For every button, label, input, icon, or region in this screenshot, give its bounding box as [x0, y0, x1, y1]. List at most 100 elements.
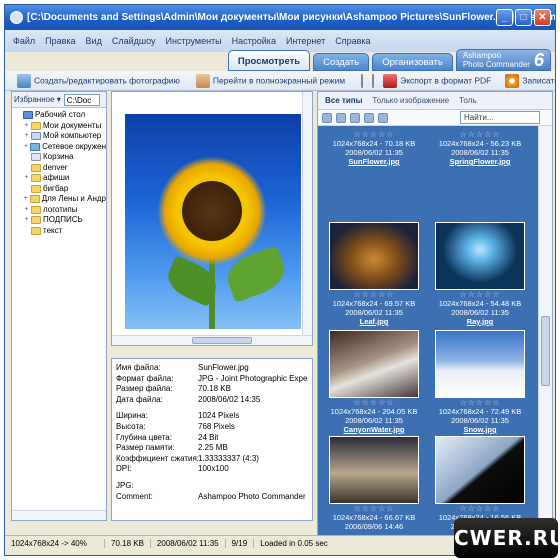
rating-stars[interactable]: ☆☆☆☆☆	[428, 504, 532, 513]
tree-item[interactable]: текст	[14, 226, 106, 237]
thumbnail-image[interactable]	[329, 330, 419, 398]
app-icon	[10, 11, 23, 24]
tree-item[interactable]: + логотипы	[14, 205, 106, 216]
tree-item-label: Сетевое окружен	[42, 141, 106, 151]
expand-icon[interactable]: +	[22, 142, 30, 153]
tab-organize[interactable]: Организовать	[372, 53, 453, 71]
status-load-time: Loaded in 0.05 sec	[260, 539, 328, 548]
rating-stars[interactable]: ☆☆☆☆☆	[322, 398, 426, 407]
expand-icon[interactable]: +	[22, 121, 31, 132]
menu-edit[interactable]: Правка	[45, 36, 75, 46]
expand-icon[interactable]: +	[22, 215, 31, 226]
tree-item[interactable]: Рабочий стол	[14, 110, 106, 121]
tree-item[interactable]: + Для Лены и Андр	[14, 194, 106, 205]
info-row: Дата файла: 2008/06/02 14:35	[116, 395, 308, 406]
tree-item[interactable]: + Мои документы	[14, 121, 106, 132]
app-window: [C:\Documents and Settings\Admin\Мои док…	[4, 4, 556, 556]
thumbnail-grid: ☆☆☆☆☆ 1024x768x24 - 70.18 KB 2008/06/02 11…	[318, 126, 540, 538]
minimize-button[interactable]: _	[496, 9, 513, 26]
thumbnail-item[interactable]: ☆☆☆☆☆ 1024x768x24 - 54.48 KB 2008/06/02 11…	[428, 222, 532, 327]
folder-icon	[31, 184, 41, 193]
thumbnail-filename[interactable]: SunFlower.jpg	[322, 157, 426, 167]
tree-item-label: логотипы	[43, 204, 78, 214]
scroll-thumb[interactable]	[541, 316, 550, 386]
tree-item[interactable]: + Мой компьютер	[14, 131, 106, 142]
zoom-icon[interactable]	[378, 112, 388, 123]
thumbnail-item[interactable]: ☆☆☆☆☆ 1024x768x24 - 56.23 KB 2008/06/02 11…	[428, 130, 532, 167]
menu-view[interactable]: Вид	[86, 36, 102, 46]
rating-stars[interactable]: ☆☆☆☆☆	[428, 290, 532, 299]
thumbnail-scrollbar[interactable]	[538, 126, 552, 538]
burn-cd-button[interactable]: Записать на CD/	[505, 73, 555, 88]
preview-horizontal-scrollbar[interactable]	[112, 335, 312, 345]
preview-vertical-scrollbar[interactable]	[302, 92, 312, 345]
expand-icon[interactable]: +	[22, 173, 31, 184]
thumbnail-filename[interactable]: SpringFlower.jpg	[428, 157, 532, 167]
thumbnail-dims: 1024x768x24 - 70.18 KB	[332, 139, 416, 148]
thumbnail-image[interactable]	[329, 222, 419, 290]
info-value: 100x100	[198, 464, 229, 474]
forward-icon[interactable]	[336, 112, 346, 123]
rating-stars[interactable]: ☆☆☆☆☆	[322, 290, 426, 299]
rating-stars[interactable]: ☆☆☆☆☆	[428, 398, 532, 407]
tab-only[interactable]: Толь	[456, 96, 479, 105]
thumbnail-image[interactable]	[329, 436, 419, 504]
tree-item[interactable]: бигбар	[14, 184, 106, 195]
menu-slideshow[interactable]: Слайдшоу	[112, 36, 156, 46]
thumbnail-filename[interactable]: Ray.jpg	[428, 317, 532, 327]
tab-create[interactable]: Создать	[313, 53, 370, 71]
thumbnail-image[interactable]	[435, 222, 525, 290]
tree-item[interactable]: + Сетевое окружен	[14, 142, 106, 153]
expand-icon[interactable]: +	[22, 205, 31, 216]
menu-tools[interactable]: Инструменты	[166, 36, 222, 46]
thumbnail-item[interactable]: ☆☆☆☆☆ 1024x768x24 - 204.05 KB 2008/06/02 1…	[322, 330, 426, 435]
expand-icon[interactable]: +	[22, 194, 30, 205]
thumbnail-filename[interactable]: Snow.jpg	[428, 425, 532, 435]
tree-item[interactable]: + афиши	[14, 173, 106, 184]
tab-view[interactable]: Просмотреть	[227, 50, 311, 71]
menu-file[interactable]: Файл	[13, 36, 35, 46]
up-folder-icon[interactable]	[350, 112, 360, 123]
search-input[interactable]: Найти...	[460, 111, 540, 124]
create-edit-button[interactable]: Создать/редактировать фотографию	[17, 73, 180, 88]
crop-icon[interactable]	[372, 73, 375, 88]
thumbnail-item[interactable]: ☆☆☆☆☆ 1024x768x24 - 66.67 KB 2006/09/06 14…	[322, 436, 426, 541]
menu-settings[interactable]: Настройка	[232, 36, 276, 46]
folder-horizontal-scrollbar[interactable]	[12, 510, 106, 520]
folder-icon	[31, 163, 41, 172]
scroll-thumb[interactable]	[192, 337, 252, 344]
close-button[interactable]: ✕	[534, 9, 551, 26]
refresh-icon[interactable]	[364, 112, 374, 123]
fullscreen-button[interactable]: Перейти в полноэкранный режим	[195, 73, 345, 88]
create-edit-label: Создать/редактировать фотографию	[34, 74, 180, 85]
menu-help[interactable]: Справка	[335, 36, 370, 46]
thumbnail-item[interactable]: ☆☆☆☆☆ 1024x768x24 - 72.49 KB 2008/06/02 11…	[428, 330, 532, 435]
tree-item[interactable]: + ПОДПИСЬ	[14, 215, 106, 226]
cut-icon[interactable]	[361, 73, 364, 88]
tab-all-types[interactable]: Все типы	[322, 96, 365, 105]
tree-item[interactable]: denver	[14, 163, 106, 174]
rating-stars[interactable]: ☆☆☆☆☆	[322, 504, 426, 513]
maximize-button[interactable]: □	[515, 9, 532, 26]
expand-icon[interactable]: +	[22, 131, 31, 142]
path-field[interactable]: C:\Doc	[63, 93, 100, 106]
back-icon[interactable]	[322, 112, 332, 123]
rating-stars[interactable]: ☆☆☆☆☆	[428, 130, 532, 139]
rating-stars[interactable]: ☆☆☆☆☆	[322, 130, 426, 139]
info-key: Размер памяти:	[116, 443, 175, 453]
tab-images-only[interactable]: Только изображение	[369, 96, 452, 105]
thumbnail-image[interactable]	[435, 330, 525, 398]
menu-internet[interactable]: Интернет	[286, 36, 325, 46]
info-value: 70.18 KB	[198, 384, 231, 394]
thumbnail-item[interactable]: ☆☆☆☆☆ 1024x768x24 - 69.57 KB 2008/06/02 11…	[322, 222, 426, 327]
export-pdf-button[interactable]: Экспорт в формат PDF	[383, 73, 491, 88]
thumbnail-item[interactable]: ☆☆☆☆☆ 1024x768x24 - 70.18 KB 2008/06/02 11…	[322, 130, 426, 167]
image-flower-center	[182, 181, 242, 241]
tree-item-label: Для Лены и Андр	[41, 194, 106, 203]
favorites-dropdown[interactable]: Избранное ▾	[14, 95, 61, 104]
info-row: Коэффициент сжатия: 1.33333337 (4:3)	[116, 454, 308, 465]
thumbnail-image[interactable]	[435, 436, 525, 504]
thumbnail-filename[interactable]: CanyonWater.jpg	[322, 425, 426, 435]
thumbnail-filename[interactable]: Leaf.jpg	[322, 317, 426, 327]
tree-item[interactable]: Корзина	[14, 152, 106, 163]
